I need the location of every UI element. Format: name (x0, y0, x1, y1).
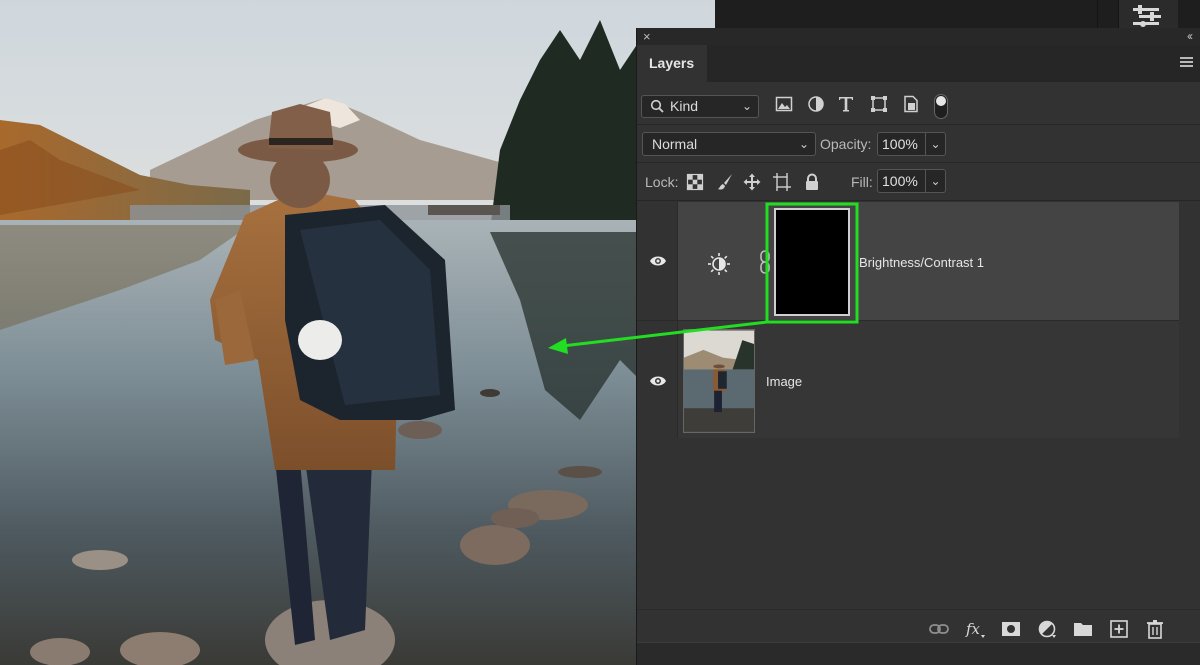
blend-mode-value: Normal (652, 136, 698, 152)
adjustment-filter-icon[interactable] (807, 95, 825, 113)
image-layer-thumbnail[interactable] (683, 329, 755, 433)
new-layer-icon[interactable] (1109, 619, 1129, 639)
canvas-image[interactable] (0, 0, 715, 665)
sliders-icon (1133, 5, 1161, 27)
layer-row-image[interactable]: Image (637, 320, 1179, 438)
eye-icon[interactable] (649, 254, 667, 268)
photoshop-workspace: × ‹‹ Layers Kind ⌄ Normal ⌄ Opacity: 100… (0, 0, 1200, 665)
filter-kind-dropdown[interactable]: Kind ⌄ (641, 95, 759, 118)
eye-icon[interactable] (649, 374, 667, 388)
add-mask-icon[interactable] (1001, 619, 1021, 639)
image-filter-icon[interactable] (775, 95, 793, 113)
tab-layers[interactable]: Layers (637, 45, 707, 82)
lock-artboard-icon[interactable] (773, 173, 791, 191)
divider (637, 162, 1200, 163)
close-panel-icon[interactable]: × (643, 28, 651, 45)
fill-input[interactable]: 100% (877, 169, 926, 193)
link-layers-icon[interactable] (929, 619, 949, 639)
smart-object-filter-icon[interactable] (902, 95, 920, 113)
panel-tabbar: Layers (637, 45, 1200, 82)
opacity-label: Opacity: (820, 136, 872, 152)
layer-mask-thumbnail[interactable] (774, 208, 850, 316)
chain-link-icon[interactable] (759, 250, 771, 274)
properties-panel-button[interactable] (1118, 0, 1178, 30)
new-adjustment-icon[interactable] (1037, 619, 1057, 639)
lock-all-icon[interactable] (803, 173, 821, 191)
opacity-dropdown-icon[interactable]: ⌄ (926, 132, 946, 156)
new-group-icon[interactable] (1073, 619, 1093, 639)
collapse-panel-icon[interactable]: ‹‹ (1187, 28, 1193, 45)
layer-row-brightness-contrast[interactable]: Brightness/Contrast 1 (637, 202, 1179, 320)
filter-toggle-switch[interactable] (934, 94, 948, 119)
chevron-down-icon: ⌄ (798, 137, 809, 151)
divider (1097, 0, 1098, 28)
type-filter-icon[interactable] (837, 95, 855, 113)
fill-dropdown-icon[interactable]: ⌄ (926, 169, 946, 193)
panel-header: × ‹‹ (637, 28, 1200, 45)
fill-label: Fill: (851, 174, 873, 190)
filter-kind-label: Kind (670, 98, 699, 114)
divider (637, 124, 1200, 125)
blend-mode-dropdown[interactable]: Normal ⌄ (642, 132, 816, 156)
lock-image-pixels-icon[interactable] (716, 173, 734, 191)
toggle-knob (936, 96, 946, 106)
layer-name[interactable]: Brightness/Contrast 1 (859, 255, 984, 270)
visibility-column (637, 321, 678, 438)
divider (637, 200, 1200, 201)
panel-menu-icon[interactable] (1180, 57, 1193, 68)
svg-text:fx: fx (965, 620, 981, 638)
lock-position-icon[interactable] (743, 173, 761, 191)
panel-bottom-edge (637, 642, 1200, 665)
search-icon (650, 99, 664, 113)
shape-filter-icon[interactable] (870, 95, 888, 113)
visibility-column (637, 202, 678, 320)
delete-layer-icon[interactable] (1145, 619, 1165, 639)
opacity-input[interactable]: 100% (877, 132, 926, 156)
layer-name[interactable]: Image (766, 374, 802, 389)
lock-transparent-pixels-icon[interactable] (686, 173, 704, 191)
lock-label: Lock: (645, 174, 679, 190)
layers-panel: × ‹‹ Layers Kind ⌄ Normal ⌄ Opacity: 100… (636, 28, 1200, 665)
brightness-contrast-icon[interactable] (707, 252, 731, 276)
fx-icon[interactable]: fx (965, 619, 985, 639)
chevron-down-icon: ⌄ (741, 99, 752, 113)
layers-scroll-track[interactable] (1179, 202, 1200, 609)
